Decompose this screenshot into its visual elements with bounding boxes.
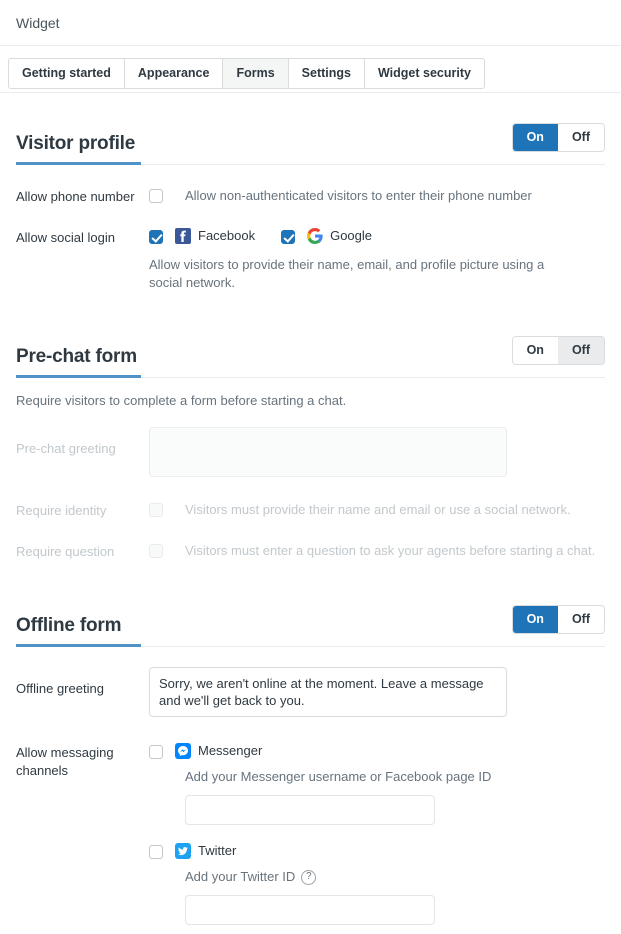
channel-twitter-head: Twitter xyxy=(149,843,605,859)
prechat-form-toggle[interactable]: On Off xyxy=(511,336,605,365)
visitor-profile-header: Visitor profile On Off xyxy=(16,123,605,165)
require-question-field: Visitors must enter a question to ask yo… xyxy=(149,542,605,560)
prechat-greeting-textarea[interactable] xyxy=(149,427,507,477)
visitor-profile-title: Visitor profile xyxy=(16,133,136,154)
tab-getting-started[interactable]: Getting started xyxy=(8,58,125,89)
messenger-checkbox[interactable] xyxy=(149,745,163,759)
require-question-label: Require question xyxy=(16,544,115,559)
facebook-label: Facebook xyxy=(198,228,256,243)
allow-phone-number-description: Allow non-authenticated visitors to ente… xyxy=(185,188,532,203)
require-question-checkbox[interactable] xyxy=(149,544,163,558)
messenger-id-input[interactable] xyxy=(185,795,435,825)
messenger-label: Messenger xyxy=(198,743,263,758)
social-provider-google[interactable]: Google xyxy=(281,228,372,244)
twitter-checkbox[interactable] xyxy=(149,845,163,859)
social-provider-list: Facebook Google xyxy=(149,228,605,244)
tab-settings[interactable]: Settings xyxy=(287,58,365,89)
prechat-greeting-row: Pre-chat greeting xyxy=(16,427,605,482)
google-checkbox[interactable] xyxy=(281,230,296,244)
messenger-hint-text: Add your Messenger username or Facebook … xyxy=(185,769,492,784)
tab-forms[interactable]: Forms xyxy=(222,58,289,89)
twitter-icon xyxy=(175,843,191,859)
require-identity-description: Visitors must provide their name and ema… xyxy=(185,502,571,517)
messenger-input-wrap xyxy=(185,795,605,825)
channel-messenger: Messenger Add your Messenger username or… xyxy=(149,743,605,825)
visitor-profile-toggle[interactable]: On Off xyxy=(511,123,605,152)
social-login-note: Allow visitors to provide their name, em… xyxy=(149,257,545,290)
offline-form-toggle-off[interactable]: Off xyxy=(557,606,604,633)
social-provider-facebook[interactable]: Facebook xyxy=(149,228,255,244)
prechat-form-description: Require visitors to complete a form befo… xyxy=(16,393,347,408)
facebook-checkbox[interactable] xyxy=(149,230,163,244)
offline-greeting-label: Offline greeting xyxy=(16,681,104,696)
top-bar: Widget xyxy=(0,0,621,46)
offline-form-toggle-on[interactable]: On xyxy=(512,606,558,633)
offline-greeting-textarea[interactable] xyxy=(149,667,507,717)
messenger-icon xyxy=(175,743,191,759)
require-identity-label: Require identity xyxy=(16,503,107,518)
require-identity-row: Require identity Visitors must provide t… xyxy=(16,501,605,520)
offline-greeting-row: Offline greeting xyxy=(16,667,605,722)
tab-widget-security[interactable]: Widget security xyxy=(363,58,485,89)
visitor-profile-toggle-off[interactable]: Off xyxy=(557,124,604,151)
prechat-form-toggle-off[interactable]: Off xyxy=(557,337,604,364)
messenger-hint: Add your Messenger username or Facebook … xyxy=(185,768,605,786)
page-title: Widget xyxy=(16,14,60,31)
require-identity-checkbox[interactable] xyxy=(149,503,163,517)
allow-phone-number-checkbox[interactable] xyxy=(149,189,163,203)
twitter-label: Twitter xyxy=(198,843,237,858)
channel-messenger-head: Messenger xyxy=(149,743,605,759)
prechat-form-toggle-on[interactable]: On xyxy=(512,337,558,364)
prechat-form-header: Pre-chat form On Off xyxy=(16,336,605,378)
visitor-profile-toggle-on[interactable]: On xyxy=(512,124,558,151)
require-question-row: Require question Visitors must enter a q… xyxy=(16,542,605,561)
allow-social-login-row: Allow social login Facebook Google Allow… xyxy=(16,228,605,292)
allow-phone-number-field: Allow non-authenticated visitors to ente… xyxy=(149,187,605,205)
prechat-greeting-label: Pre-chat greeting xyxy=(16,441,116,456)
facebook-icon xyxy=(175,228,191,244)
messaging-channels-label: Allow messaging channels xyxy=(16,745,114,778)
allow-phone-number-row: Allow phone number Allow non-authenticat… xyxy=(16,187,605,206)
allow-social-login-label: Allow social login xyxy=(16,230,115,245)
twitter-input-wrap xyxy=(185,895,605,925)
help-icon[interactable]: ? xyxy=(301,869,317,885)
offline-form-header: Offline form On Off xyxy=(16,605,605,647)
channel-twitter: Twitter Add your Twitter ID ? xyxy=(149,843,605,925)
twitter-id-input[interactable] xyxy=(185,895,435,925)
require-identity-field: Visitors must provide their name and ema… xyxy=(149,501,605,519)
twitter-hint: Add your Twitter ID ? xyxy=(185,868,605,886)
offline-form-title: Offline form xyxy=(16,615,122,636)
prechat-form-title: Pre-chat form xyxy=(16,346,137,367)
tab-appearance[interactable]: Appearance xyxy=(123,58,224,89)
forms-content: Visitor profile On Off Allow phone numbe… xyxy=(0,123,621,931)
require-question-description: Visitors must enter a question to ask yo… xyxy=(185,543,596,558)
allow-phone-number-label: Allow phone number xyxy=(16,189,135,204)
tab-bar: Getting started Appearance Forms Setting… xyxy=(0,46,621,93)
twitter-hint-text: Add your Twitter ID xyxy=(185,869,296,884)
google-label: Google xyxy=(330,228,373,243)
offline-form-toggle[interactable]: On Off xyxy=(511,605,605,634)
google-icon xyxy=(307,228,323,244)
messaging-channels-row: Allow messaging channels Messenger Add y… xyxy=(16,743,605,931)
